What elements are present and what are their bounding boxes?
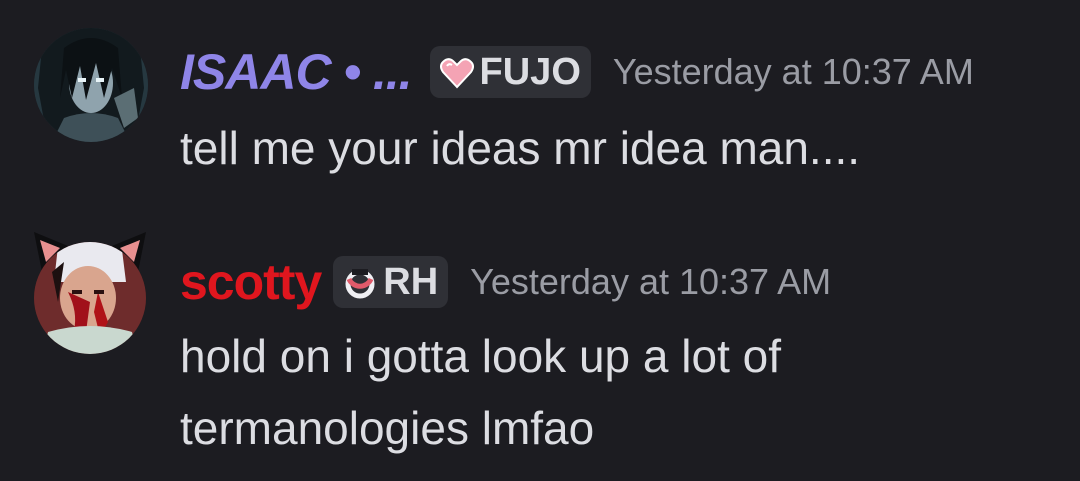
role-tag-label: FUJO: [479, 50, 581, 93]
message-text: tell me your ideas mr idea man....: [180, 122, 861, 174]
role-tag[interactable]: FUJO: [429, 46, 591, 98]
avatar[interactable]: [34, 28, 148, 142]
username[interactable]: ISAAC • ...: [180, 43, 413, 101]
red-ring-icon: [343, 266, 377, 299]
message-text-line: hold on i gotta look up a lot of: [180, 330, 781, 382]
message-text-line: termanologies lmfao: [180, 402, 595, 454]
username[interactable]: scotty: [180, 253, 322, 311]
role-tag-label: RH: [383, 260, 439, 303]
message-header: scotty RH Yesterday at 10:37 AM: [180, 252, 831, 312]
avatar[interactable]: [28, 232, 152, 356]
role-tag[interactable]: RH: [333, 256, 449, 308]
timestamp: Yesterday at 10:37 AM: [612, 51, 974, 92]
pink-heart-icon: [439, 56, 474, 89]
timestamp: Yesterday at 10:37 AM: [470, 261, 832, 302]
message-text: hold on i gotta look up a lot of termano…: [180, 320, 1040, 464]
chat-log: ISAAC • ... FUJO Yesterday at 10:37 AM t…: [0, 0, 1080, 481]
message-header: ISAAC • ... FUJO Yesterday at 10:37 AM: [180, 42, 974, 102]
